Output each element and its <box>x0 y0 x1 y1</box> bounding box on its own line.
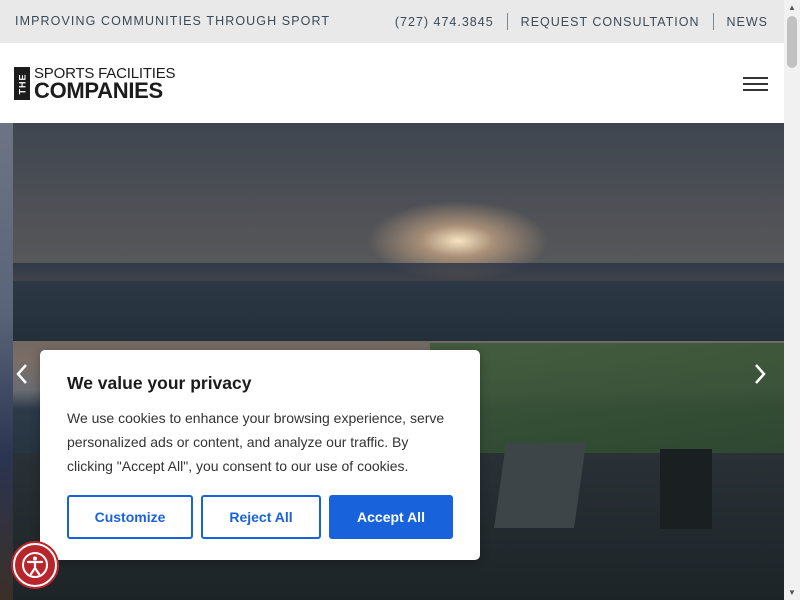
hero-sports-fields <box>430 343 784 453</box>
phone-link[interactable]: (727) 474.3845 <box>395 15 494 29</box>
cookie-title: We value your privacy <box>67 373 252 393</box>
accessibility-icon[interactable] <box>13 543 57 587</box>
request-consultation-link[interactable]: REQUEST CONSULTATION <box>521 15 700 29</box>
top-utility-bar: IMPROVING COMMUNITIES THROUGH SPORT (727… <box>0 0 784 43</box>
utility-links: (727) 474.3845 REQUEST CONSULTATION NEWS <box>395 13 768 30</box>
cookie-consent-dialog: We value your privacy We use cookies to … <box>40 350 480 560</box>
accept-all-button[interactable]: Accept All <box>329 495 453 539</box>
chevron-left-icon[interactable] <box>12 363 32 387</box>
hero-city <box>13 281 784 341</box>
site-header: THE SPORTS FACILITIES COMPANIES <box>0 43 784 123</box>
previous-slide-peek <box>0 123 13 600</box>
hamburger-menu-icon[interactable] <box>743 77 768 91</box>
page-scrollbar[interactable]: ▲ ▼ <box>784 0 800 600</box>
cookie-body: We use cookies to enhance your browsing … <box>67 410 445 474</box>
scrollbar-thumb[interactable] <box>787 16 797 68</box>
logo-the-text: THE <box>17 73 27 94</box>
reject-all-button[interactable]: Reject All <box>201 495 321 539</box>
hero-press-tower <box>660 449 712 529</box>
customize-button[interactable]: Customize <box>67 495 193 539</box>
divider <box>506 13 508 30</box>
scroll-down-icon[interactable]: ▼ <box>788 588 796 597</box>
hero-building <box>494 443 586 528</box>
news-link[interactable]: NEWS <box>727 15 769 29</box>
scroll-up-icon[interactable]: ▲ <box>788 3 796 12</box>
logo-the-block: THE <box>14 67 30 100</box>
hero-horizon <box>13 263 784 281</box>
divider <box>712 13 714 30</box>
tagline: IMPROVING COMMUNITIES THROUGH SPORT <box>15 14 331 28</box>
chevron-right-icon[interactable] <box>750 363 770 387</box>
site-logo[interactable]: THE SPORTS FACILITIES COMPANIES <box>14 66 176 103</box>
logo-words: SPORTS FACILITIES COMPANIES <box>34 66 176 103</box>
logo-line2: COMPANIES <box>34 78 163 103</box>
